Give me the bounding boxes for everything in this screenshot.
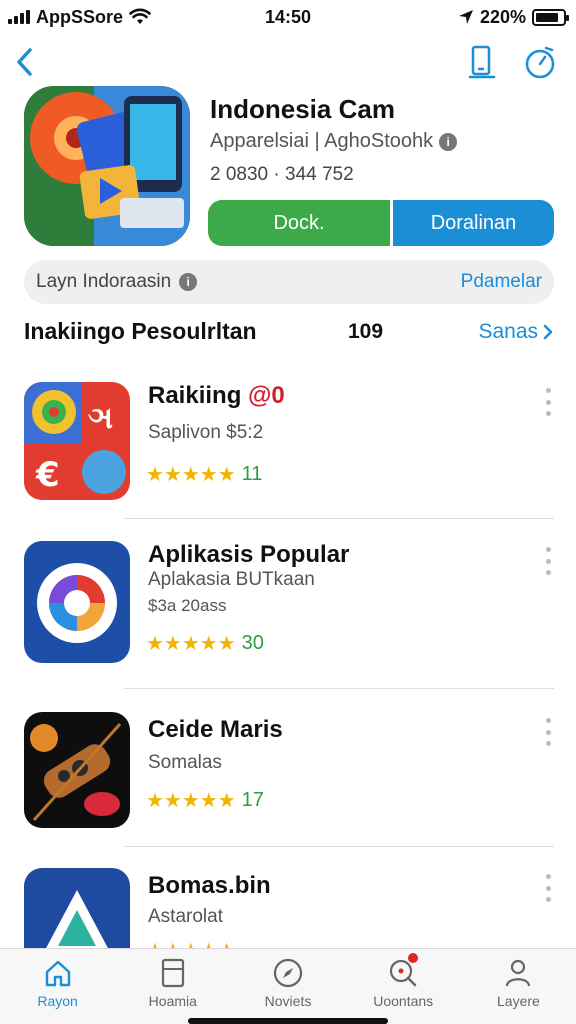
signal-icon [8, 10, 30, 24]
tab-uoontans[interactable]: Uoontans [346, 949, 461, 1024]
battery-percent: 220% [479, 6, 526, 27]
filter-pill-left: Layn Indoraasin i [36, 271, 198, 293]
app-action-buttons: Dock. Doralinan [208, 200, 554, 246]
list-item-rating: ★★★★★ [146, 938, 236, 948]
list-item[interactable]: Ceide Maris Somalas ★★★★★ 17 [24, 712, 554, 862]
tab-label: Hoamia [148, 993, 197, 1009]
see-all-link[interactable]: Sanas [478, 320, 554, 344]
star-rating-icon: ★★★★★ [146, 464, 236, 486]
divider [124, 846, 554, 847]
nav-actions [464, 44, 558, 80]
list-item-subtitle: Aplakasia BUTkaan [148, 569, 315, 590]
app-icon [24, 541, 130, 663]
wifi-icon [129, 8, 151, 24]
status-bar: AppSSore 14:50 220% [0, 0, 576, 34]
list-item-badge: @0 [248, 382, 285, 409]
tab-label: Layere [497, 993, 540, 1009]
see-all-label: Sanas [478, 320, 538, 343]
timer-button[interactable] [522, 44, 558, 80]
section-count: 109 [348, 320, 384, 343]
home-icon [45, 960, 70, 987]
tab-hoamia[interactable]: Hoamia [115, 949, 230, 1024]
list-item-title: Aplikasis Popular [148, 541, 350, 568]
list-item[interactable]: Bomas.bin Astarolat ★★★★★ [24, 868, 554, 948]
more-options-button[interactable] [542, 874, 554, 902]
notification-dot [407, 953, 418, 963]
app-header: Indonesia Cam Apparelsiai | AghoStoohk i… [24, 86, 554, 246]
svg-text:ઞ: ઞ [88, 401, 113, 436]
list-item-rating: ★★★★★ 30 [146, 631, 264, 656]
list-item[interactable]: ઞ € Raikiing @0 Saplivon $5:2 ★★★★★ 11 [24, 382, 554, 532]
section-header: Inakiingo Pesoulrltan 109 Sanas [24, 316, 554, 350]
back-button[interactable] [10, 44, 44, 80]
filter-pill-action[interactable]: Pdamelar [461, 271, 542, 293]
star-rating-icon: ★★★★★ [146, 633, 236, 655]
status-right: 220% [458, 6, 569, 28]
carrier-label: AppSSore [36, 6, 124, 27]
tab-bar: Rayon Hoamia Noviets Uoontans Layere [0, 948, 576, 1024]
chevron-right-icon [543, 324, 553, 340]
location-arrow-icon [458, 10, 473, 24]
more-options-button[interactable] [542, 388, 554, 416]
timer-icon [525, 46, 555, 79]
tab-label: Uoontans [373, 993, 434, 1009]
more-options-button[interactable] [542, 718, 554, 746]
info-icon[interactable]: i [179, 273, 198, 291]
list-item-subtitle: Somalas [148, 752, 222, 773]
divider [124, 518, 554, 519]
filter-pill-label: Layn Indoraasin [36, 271, 172, 292]
tab-layere[interactable]: Layere [461, 949, 576, 1024]
rating-count: 11 [241, 463, 263, 485]
nav-bar [0, 40, 576, 84]
list-item-rating: ★★★★★ 11 [146, 462, 262, 487]
app-icon [24, 712, 130, 828]
list-item-name: Raikiing [148, 382, 242, 409]
tablet-icon [161, 958, 184, 988]
app-stats: 2 0830 · 344 752 [210, 164, 354, 185]
svg-text:€: € [35, 455, 60, 495]
tab-label: Rayon [37, 993, 78, 1009]
phone-share-icon [468, 45, 496, 79]
info-icon[interactable]: i [439, 132, 458, 151]
rating-count: 30 [241, 632, 264, 654]
app-icon [24, 86, 190, 246]
compass-icon [273, 958, 303, 988]
star-rating-icon: ★★★★★ [146, 790, 236, 812]
battery-fill [536, 12, 559, 22]
more-options-button[interactable] [542, 547, 554, 575]
list-item-title: Ceide Maris [148, 716, 283, 743]
app-icon: ઞ € [24, 382, 130, 500]
dock-button[interactable]: Dock. [208, 200, 390, 246]
list-item-subtitle: Saplivon $5:2 [148, 422, 264, 443]
rating-count: 17 [241, 789, 264, 811]
app-title: Indonesia Cam [210, 94, 395, 124]
device-share-button[interactable] [464, 44, 500, 80]
list-item[interactable]: Aplikasis Popular Aplakasia BUTkaan $3a … [24, 541, 554, 691]
list-item-subtitle: Astarolat [148, 906, 223, 927]
tab-rayon[interactable]: Rayon [0, 949, 115, 1024]
person-icon [506, 959, 531, 987]
list-item-rating: ★★★★★ 17 [146, 788, 264, 813]
list-item-title: Raikiing @0 [148, 382, 285, 410]
battery-icon [532, 8, 569, 26]
status-left: AppSSore [8, 7, 151, 28]
download-button[interactable]: Doralinan [390, 200, 554, 246]
list-item-price: $3a 20ass [148, 596, 227, 615]
chevron-left-icon [17, 48, 32, 76]
star-rating-icon: ★★★★★ [146, 938, 236, 948]
divider [124, 688, 554, 689]
section-title: Inakiingo Pesoulrltan [24, 318, 257, 344]
app-icon [24, 868, 130, 948]
home-indicator [188, 1018, 388, 1024]
tab-label: Noviets [264, 993, 312, 1009]
tab-noviets[interactable]: Noviets [230, 949, 345, 1024]
filter-pill[interactable]: Layn Indoraasin i Pdamelar [24, 260, 554, 304]
app-developer: Apparelsiai | AghoStoohk i [210, 130, 458, 153]
app-developer-label: Apparelsiai | AghoStoohk [210, 130, 434, 152]
list-item-title: Bomas.bin [148, 872, 271, 899]
